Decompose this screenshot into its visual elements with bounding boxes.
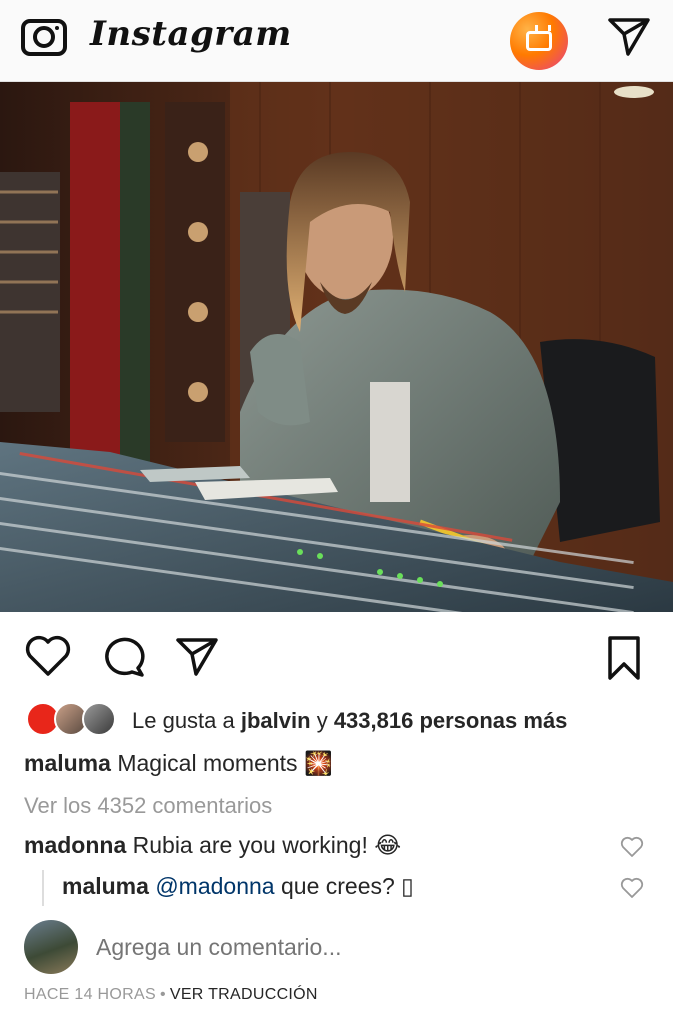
reply-mention[interactable]: @madonna <box>155 873 274 899</box>
reply-thread-line <box>42 870 44 906</box>
comment-text: Rubia are you working! 😂 <box>132 832 402 858</box>
comment-username[interactable]: madonna <box>24 832 126 858</box>
camera-icon[interactable] <box>20 15 68 57</box>
comment-row: madonna Rubia are you working! 😂 <box>24 832 401 859</box>
post-caption: maluma Magical moments 🎇 <box>24 750 333 777</box>
top-bar: Instagram <box>0 0 673 82</box>
caption-text: Magical moments 🎇 <box>117 750 333 776</box>
view-all-comments-link[interactable]: Ver los 4352 comentarios <box>24 793 272 819</box>
reply-row: maluma @madonna que crees? ▯ <box>62 873 414 900</box>
avatar <box>24 920 78 974</box>
meta-separator: • <box>159 986 166 1003</box>
reply-text: que crees? ▯ <box>280 873 414 899</box>
reply-username[interactable]: maluma <box>62 873 149 899</box>
add-comment-row <box>24 920 664 976</box>
post-meta: HACE 14 HORAS • VER TRADUCCIÓN <box>24 986 318 1004</box>
add-comment-input[interactable] <box>96 934 616 961</box>
likes-count[interactable]: 433,816 personas más <box>334 708 568 733</box>
instagram-logo: Instagram <box>90 14 292 54</box>
direct-send-icon[interactable] <box>606 14 652 58</box>
reply-like-heart-icon[interactable] <box>620 877 644 899</box>
likes-summary: Le gusta a jbalvin y 433,816 personas má… <box>132 708 567 734</box>
comment-icon[interactable] <box>100 634 146 678</box>
likes-row[interactable]: Le gusta a jbalvin y 433,816 personas má… <box>24 700 664 740</box>
post-timestamp: HACE 14 HORAS <box>24 986 156 1003</box>
studio-scene-image <box>0 82 673 612</box>
heart-icon[interactable] <box>24 634 72 678</box>
liker-username[interactable]: jbalvin <box>241 708 311 733</box>
post-photo[interactable] <box>0 82 673 612</box>
igtv-icon[interactable] <box>510 12 568 70</box>
liker-avatars <box>26 702 126 738</box>
caption-username[interactable]: maluma <box>24 750 111 776</box>
share-icon[interactable] <box>174 634 220 678</box>
avatar <box>82 702 116 736</box>
bookmark-icon[interactable] <box>604 634 644 682</box>
likes-prefix: Le gusta a <box>132 708 235 733</box>
post-actions <box>0 612 673 696</box>
likes-connector: y <box>316 708 328 733</box>
comment-like-heart-icon[interactable] <box>620 836 644 858</box>
translate-link[interactable]: VER TRADUCCIÓN <box>170 986 318 1003</box>
